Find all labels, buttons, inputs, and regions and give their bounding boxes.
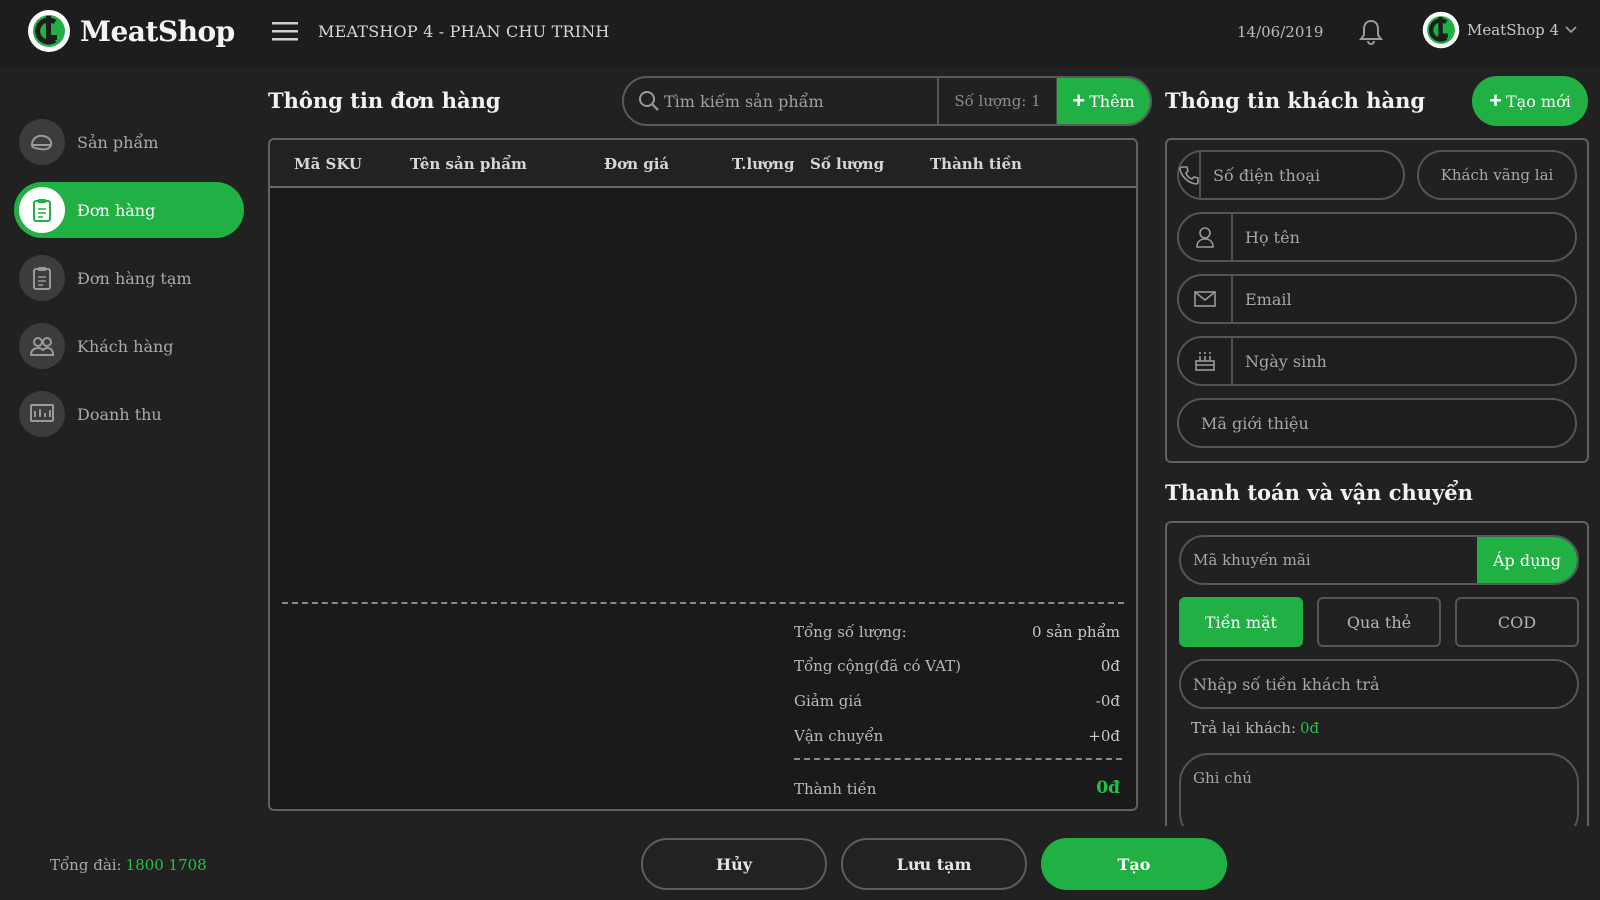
column-header-product-name: Tên sản phẩm (410, 155, 527, 173)
hotline-label: Tổng đài: (50, 856, 122, 874)
promo-input[interactable] (1181, 537, 1477, 583)
name-field[interactable] (1177, 212, 1577, 262)
order-table-header: Mã SKU Tên sản phẩm Đơn giá T.lượng Số l… (270, 140, 1136, 188)
mail-icon (1179, 276, 1233, 322)
plus-icon: + (1072, 88, 1086, 113)
change-due: Trả lại khách: 0đ (1191, 719, 1319, 737)
order-icon (19, 187, 65, 233)
account-menu[interactable]: MeatShop 4 (1421, 10, 1577, 50)
column-header-weight: T.lượng (732, 155, 795, 173)
sidebar-item-label: Khách hàng (77, 336, 174, 356)
hotline: Tổng đài: 1800 1708 (50, 856, 207, 874)
product-icon (19, 119, 65, 165)
payment-panel: Áp dụng Tiền mặt Qua thẻ COD Trả lại khá… (1165, 521, 1589, 826)
payment-method-cod[interactable]: COD (1455, 597, 1579, 647)
sidebar-item-temp-orders[interactable]: Đơn hàng tạm (14, 250, 244, 306)
add-button-label: Thêm (1089, 91, 1135, 111)
shipping-label: Vận chuyển (794, 727, 884, 745)
column-header-sku: Mã SKU (294, 155, 362, 173)
temp-order-icon (19, 255, 65, 301)
grand-total-value: 0đ (1096, 778, 1120, 798)
menu-toggle-button[interactable] (272, 20, 298, 42)
grand-total-label: Thành tiền (794, 780, 877, 798)
plus-icon: + (1489, 88, 1502, 113)
amount-paid-input[interactable] (1181, 661, 1577, 707)
payment-method-card[interactable]: Qua thẻ (1317, 597, 1441, 647)
email-input[interactable] (1233, 276, 1575, 322)
phone-icon (1179, 152, 1201, 198)
phone-input[interactable] (1201, 152, 1415, 198)
sidebar-item-label: Doanh thu (77, 404, 162, 424)
referral-field[interactable] (1177, 398, 1577, 448)
order-table-panel: Mã SKU Tên sản phẩm Đơn giá T.lượng Số l… (268, 138, 1138, 811)
quantity-text: Số lượng: 1 (954, 92, 1041, 110)
logo-icon (28, 10, 70, 52)
add-product-button[interactable]: + Thêm (1057, 78, 1150, 124)
shop-title: MEATSHOP 4 - PHAN CHU TRINH (318, 22, 610, 41)
referral-input[interactable] (1179, 400, 1575, 446)
subtotal-value: 0đ (1100, 657, 1120, 675)
logo-text: MeatShop (80, 14, 235, 48)
sidebar-item-products[interactable]: Sản phẩm (14, 114, 244, 170)
sidebar-item-label: Đơn hàng tạm (77, 268, 192, 288)
name-input[interactable] (1233, 214, 1575, 260)
apply-promo-button[interactable]: Áp dụng (1477, 537, 1577, 583)
change-due-label: Trả lại khách: (1191, 719, 1296, 737)
promo-field[interactable]: Áp dụng (1179, 535, 1579, 585)
bell-icon (1359, 19, 1383, 45)
search-input[interactable] (664, 91, 924, 111)
current-date: 14/06/2019 (1237, 23, 1324, 41)
payment-method-cash[interactable]: Tiền mặt (1179, 597, 1303, 647)
hamburger-icon (272, 22, 298, 41)
summary-divider (282, 602, 1124, 604)
quantity-field[interactable]: Số lượng: 1 (939, 78, 1057, 124)
app-logo[interactable]: MeatShop (26, 8, 235, 54)
email-field[interactable] (1177, 274, 1577, 324)
search-field[interactable] (624, 78, 939, 124)
birthday-field[interactable] (1177, 336, 1577, 386)
cancel-button[interactable]: Hủy (641, 838, 827, 890)
revenue-icon (19, 391, 65, 437)
total-divider (794, 758, 1122, 760)
customer-section-title: Thông tin khách hàng (1165, 88, 1426, 113)
chevron-down-icon (1565, 26, 1577, 34)
create-button-label: Tạo mới (1506, 91, 1571, 111)
column-header-quantity: Số lượng (810, 155, 885, 173)
total-quantity-value: 0 sản phẩm (1031, 623, 1120, 641)
customer-icon (19, 323, 65, 369)
birthday-input[interactable] (1233, 338, 1575, 384)
top-bar: MeatShop MEATSHOP 4 - PHAN CHU TRINH 14/… (0, 0, 1600, 66)
avatar (1422, 11, 1460, 49)
create-customer-button[interactable]: + Tạo mới (1472, 76, 1588, 126)
change-due-value: 0đ (1300, 719, 1320, 737)
sidebar-item-label: Đơn hàng (77, 200, 156, 220)
hotline-number[interactable]: 1800 1708 (126, 856, 207, 874)
cake-icon (1179, 338, 1233, 384)
sidebar-item-customers[interactable]: Khách hàng (14, 318, 244, 374)
payment-section-title: Thanh toán và vận chuyển (1165, 480, 1473, 505)
search-icon (639, 91, 659, 111)
phone-field[interactable] (1177, 150, 1415, 200)
create-order-button[interactable]: Tạo (1041, 838, 1227, 890)
save-draft-button[interactable]: Lưu tạm (841, 838, 1027, 890)
sidebar-item-orders[interactable]: Đơn hàng (14, 182, 244, 238)
subtotal-label: Tổng cộng(đã có VAT) (794, 657, 961, 675)
discount-value: -0đ (1095, 692, 1120, 710)
account-name: MeatShop 4 (1467, 21, 1560, 39)
sidebar-item-label: Sản phẩm (77, 132, 159, 152)
note-textarea[interactable] (1179, 753, 1579, 826)
shipping-value: +0đ (1088, 727, 1120, 745)
notifications-button[interactable] (1358, 18, 1384, 46)
total-quantity-label: Tổng số lượng: (794, 623, 907, 641)
guest-customer-button[interactable]: Khách vãng lai (1417, 150, 1577, 200)
amount-paid-field[interactable] (1179, 659, 1579, 709)
column-header-unit-price: Đơn giá (604, 155, 670, 173)
column-header-amount: Thành tiền (930, 155, 1022, 173)
discount-label: Giảm giá (794, 692, 863, 710)
product-search-bar: Số lượng: 1 + Thêm (622, 76, 1152, 126)
sidebar-item-revenue[interactable]: Doanh thu (14, 386, 244, 442)
customer-panel: Khách vãng lai (1165, 138, 1589, 463)
person-icon (1179, 214, 1233, 260)
order-section-title: Thông tin đơn hàng (268, 88, 501, 113)
